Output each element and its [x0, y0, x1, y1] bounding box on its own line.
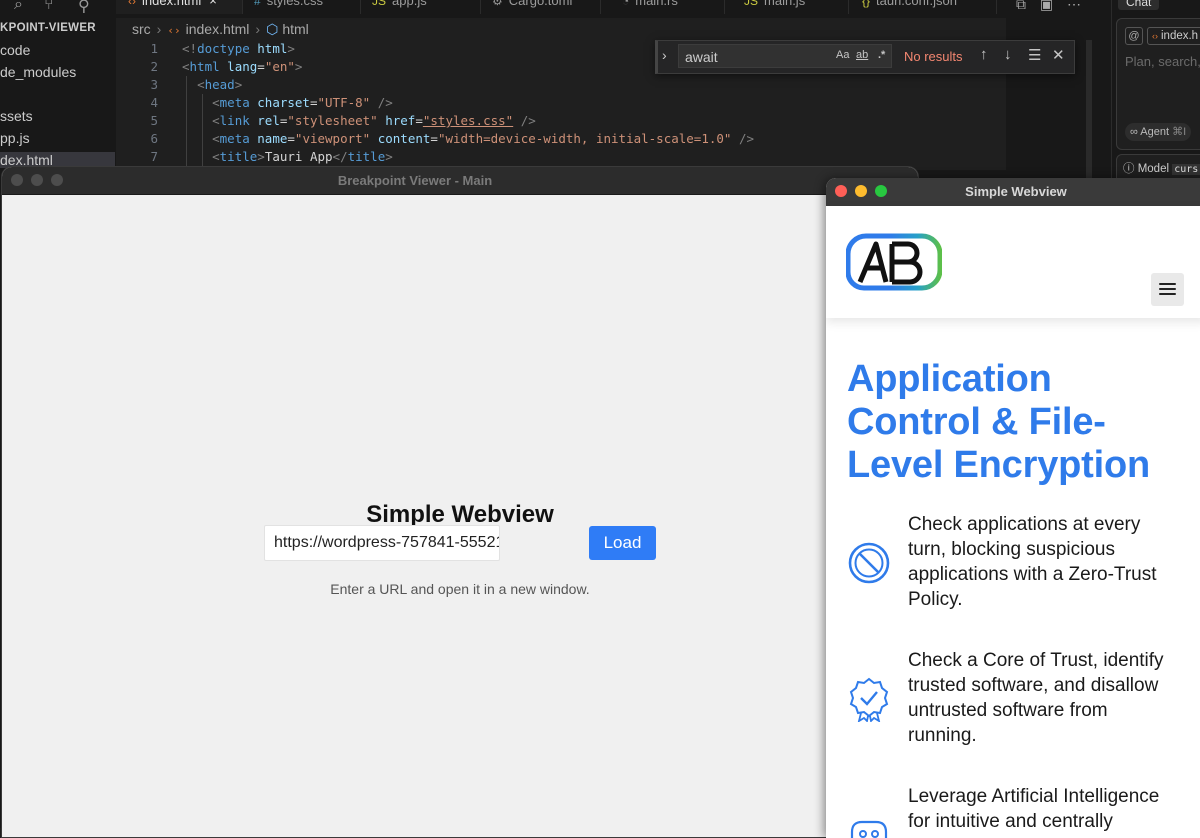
window-title: Simple Webview: [965, 184, 1067, 199]
tab-styles-css[interactable]: # styles.css: [242, 0, 361, 14]
hint-text: Enter a URL and open it in a new window.: [330, 581, 590, 597]
activity-bar-top: ⌕ ⑂ ⚲: [0, 0, 116, 18]
cube-icon: ⬡: [266, 21, 279, 37]
tab-main-rs[interactable]: ◔ main.rs: [600, 0, 725, 14]
chevron-right-icon[interactable]: ›: [662, 47, 667, 63]
editor-scrollbar[interactable]: [1086, 40, 1092, 180]
search-icon[interactable]: ⌕: [14, 0, 23, 14]
line-number: 6: [150, 131, 158, 146]
badge-check-icon: [849, 677, 889, 722]
line-number: 2: [150, 59, 158, 74]
tab-cargo-toml[interactable]: ⚙ Cargo.toml: [480, 0, 601, 14]
breadcrumb: src › ‹› index.html › ⬡ html: [116, 18, 1006, 40]
split-editor-icon[interactable]: ⧉: [1016, 0, 1026, 12]
title-bar[interactable]: Simple Webview: [826, 178, 1200, 207]
match-case-toggle[interactable]: Aa: [836, 49, 849, 61]
code-line: <head>: [197, 77, 243, 92]
breadcrumb-html[interactable]: html: [282, 21, 308, 37]
arrow-down-icon[interactable]: ↓: [1004, 46, 1012, 63]
feature-text: Leverage Artificial Intelligence for int…: [908, 786, 1160, 832]
line-number: 1: [150, 41, 158, 56]
html-file-icon: ‹›: [167, 24, 181, 37]
menu-button[interactable]: [1151, 273, 1184, 306]
explorer-item[interactable]: pp.js: [0, 130, 30, 146]
explorer-item-selected[interactable]: dex.html: [0, 152, 115, 168]
find-status: No results: [904, 49, 963, 64]
layout-icon[interactable]: ▣: [1040, 0, 1053, 12]
explorer-item[interactable]: ssets: [0, 108, 33, 124]
tab-index-html[interactable]: ‹› index.html ×: [116, 0, 243, 14]
code-line: <!doctype html>: [182, 41, 295, 56]
code-line: <meta charset="UTF-8" />: [212, 95, 393, 110]
line-number: 7: [150, 149, 158, 164]
tab-tauri-conf-json[interactable]: {} tauri.conf.json: [848, 0, 997, 14]
line-number: 5: [150, 113, 158, 128]
chat-input-box[interactable]: @ ‹› index.h Plan, search, ∞ Agent ⌘I: [1116, 18, 1200, 150]
line-number: 4: [150, 95, 158, 110]
whole-word-toggle[interactable]: ab: [856, 49, 868, 61]
editor-actions: ⧉ ▣ ⋯: [1016, 0, 1081, 13]
breadcrumb-file[interactable]: index.html: [186, 21, 250, 37]
at-mention-icon[interactable]: @: [1125, 27, 1143, 45]
regex-toggle[interactable]: .*: [878, 49, 885, 61]
feature-text: Check a Core of Trust, identify trusted …: [908, 650, 1164, 746]
url-input[interactable]: https://wordpress-757841-5552171.cloud: [264, 525, 500, 561]
hero-heading: Application Control & File- Level Encryp…: [847, 358, 1150, 486]
explorer-item[interactable]: de_modules: [0, 64, 76, 80]
title-bar[interactable]: Breakpoint Viewer - Main: [2, 167, 918, 195]
load-button[interactable]: Load: [589, 526, 656, 560]
code-line: <link rel="stylesheet" href="styles.css"…: [212, 113, 536, 128]
tab-main-js[interactable]: JS main.js: [724, 0, 849, 14]
source-control-icon[interactable]: ⑂: [44, 0, 54, 14]
ai-brain-icon: [850, 820, 888, 838]
context-chip[interactable]: ‹› index.h: [1147, 27, 1200, 45]
ab-logo[interactable]: [846, 232, 942, 292]
chat-tab[interactable]: Chat: [1118, 0, 1160, 10]
find-in-selection-icon[interactable]: ☰: [1028, 46, 1041, 64]
main-content: Simple Webview https://wordpress-757841-…: [2, 195, 918, 837]
find-widget: › await Aa ab .* No results ↑ ↓ ☰ ✕: [655, 40, 1075, 74]
arrow-up-icon[interactable]: ↑: [980, 46, 988, 63]
close-icon[interactable]: ✕: [1052, 46, 1065, 64]
blocked-icon: [848, 542, 890, 584]
feature-text: Check applications at every turn, blocki…: [908, 514, 1157, 610]
agent-mode-button[interactable]: ∞ Agent ⌘I: [1125, 123, 1192, 141]
code-line: <meta name="viewport" content="width=dev…: [212, 131, 755, 146]
line-number: 3: [150, 77, 158, 92]
editor-tabs: ‹› index.html × # styles.css JS app.js ⚙ Carg…: [116, 0, 997, 14]
tab-app-js[interactable]: JS app.js: [360, 0, 481, 14]
site-header: [826, 206, 1200, 318]
code-line: <title>Tauri App</title>: [212, 149, 393, 164]
window-title: Breakpoint Viewer - Main: [337, 173, 493, 188]
explorer-item[interactable]: code: [0, 42, 30, 58]
debug-icon[interactable]: ⚲: [78, 0, 90, 16]
chat-placeholder[interactable]: Plan, search,: [1125, 54, 1200, 69]
code-line: <html lang="en">: [182, 59, 303, 74]
breadcrumb-src[interactable]: src: [132, 21, 151, 37]
project-name: KPOINT-VIEWER: [0, 22, 96, 34]
main-window: Breakpoint Viewer - Main Simple Webview …: [2, 167, 918, 837]
webview-window: Simple Webview Application Control & Fil…: [826, 178, 1200, 838]
more-icon[interactable]: ⋯: [1067, 0, 1081, 12]
